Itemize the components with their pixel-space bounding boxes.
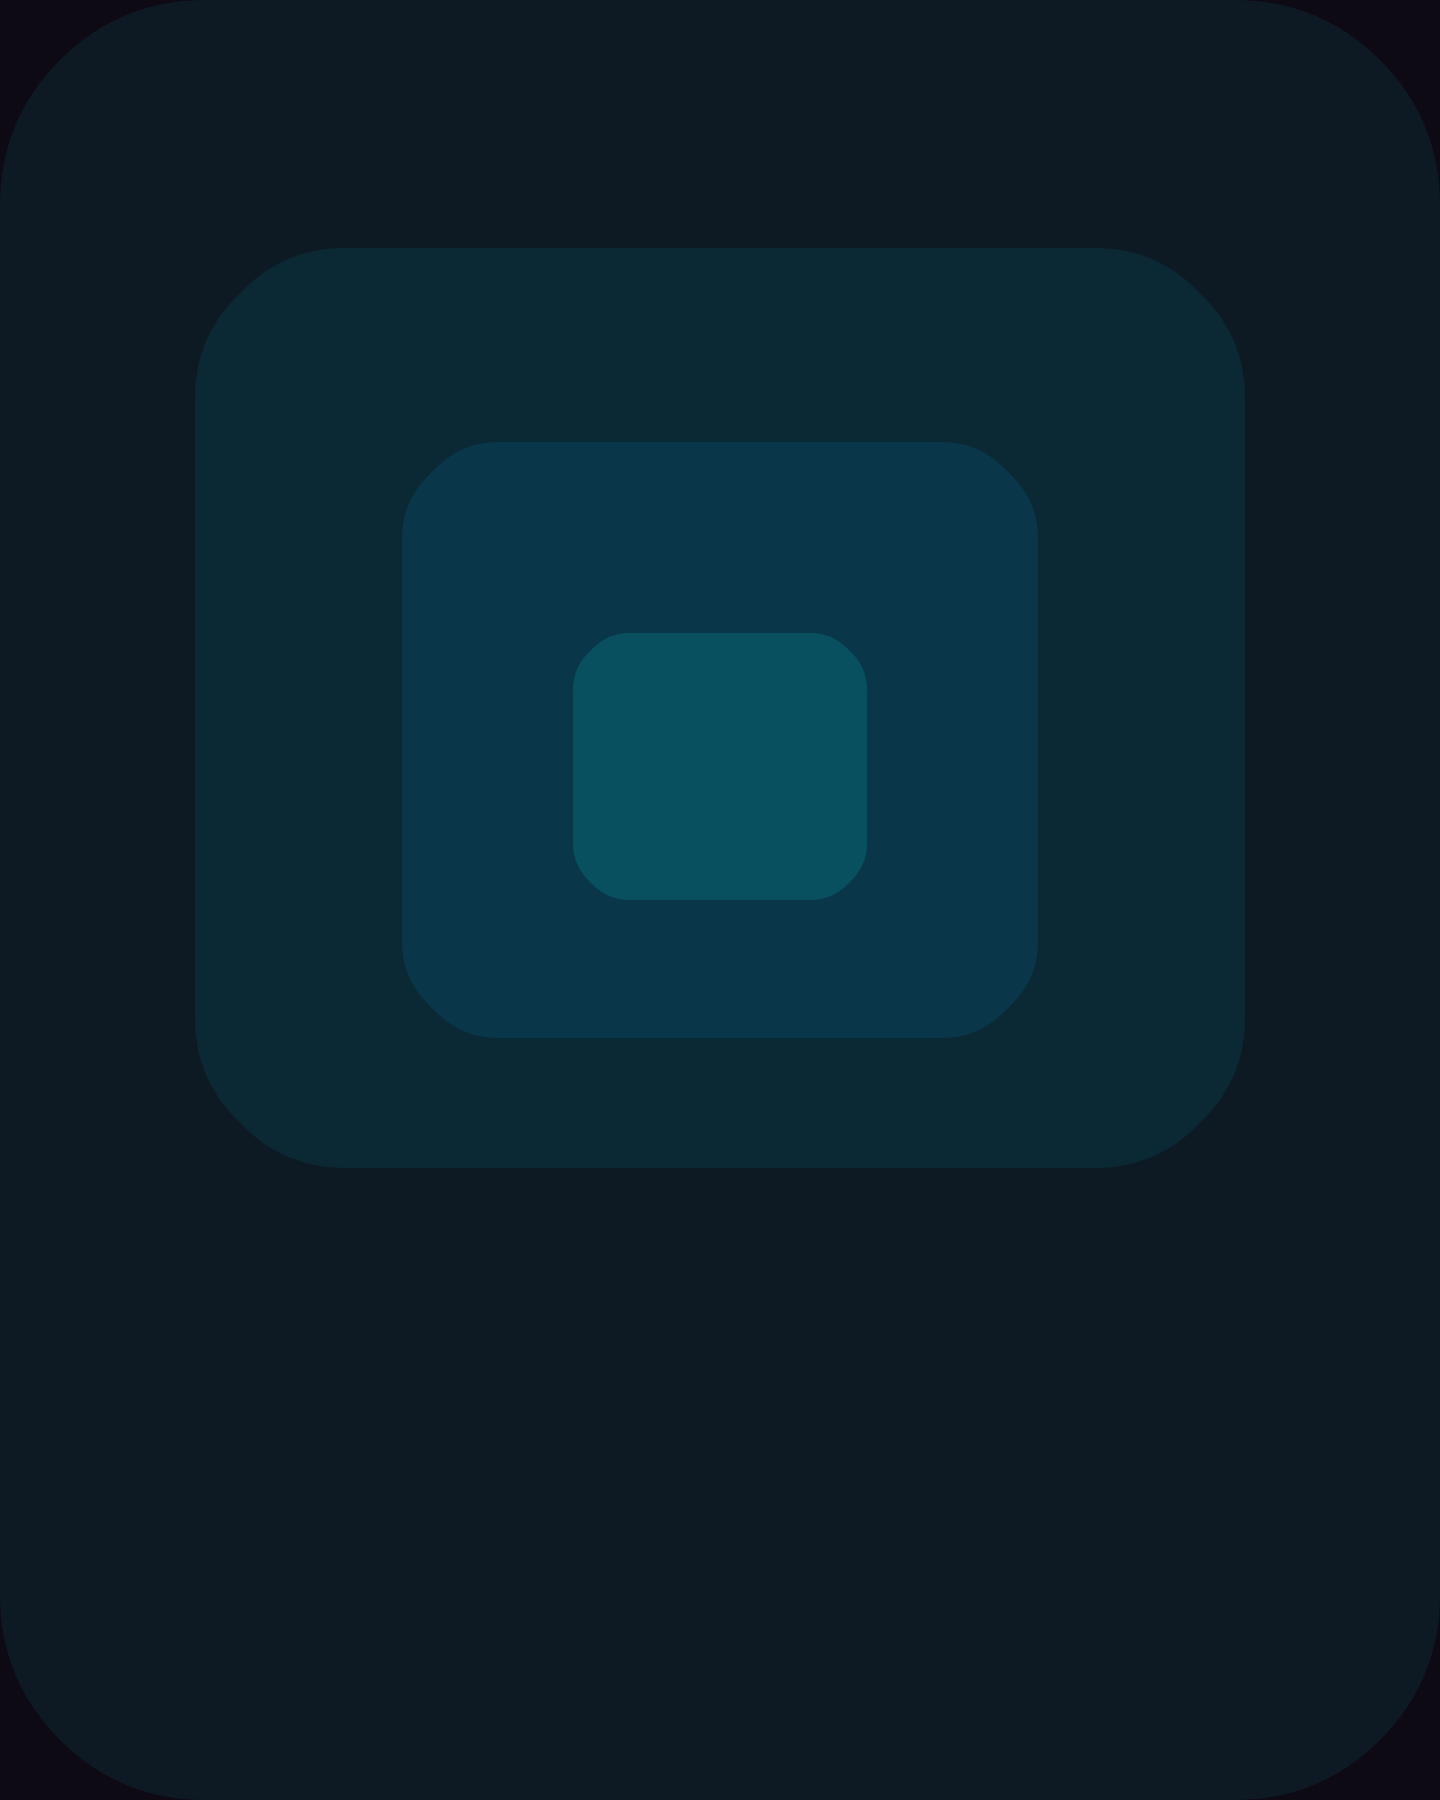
nested-octagon-graphic (0, 0, 1440, 1800)
core-panel (573, 633, 867, 900)
